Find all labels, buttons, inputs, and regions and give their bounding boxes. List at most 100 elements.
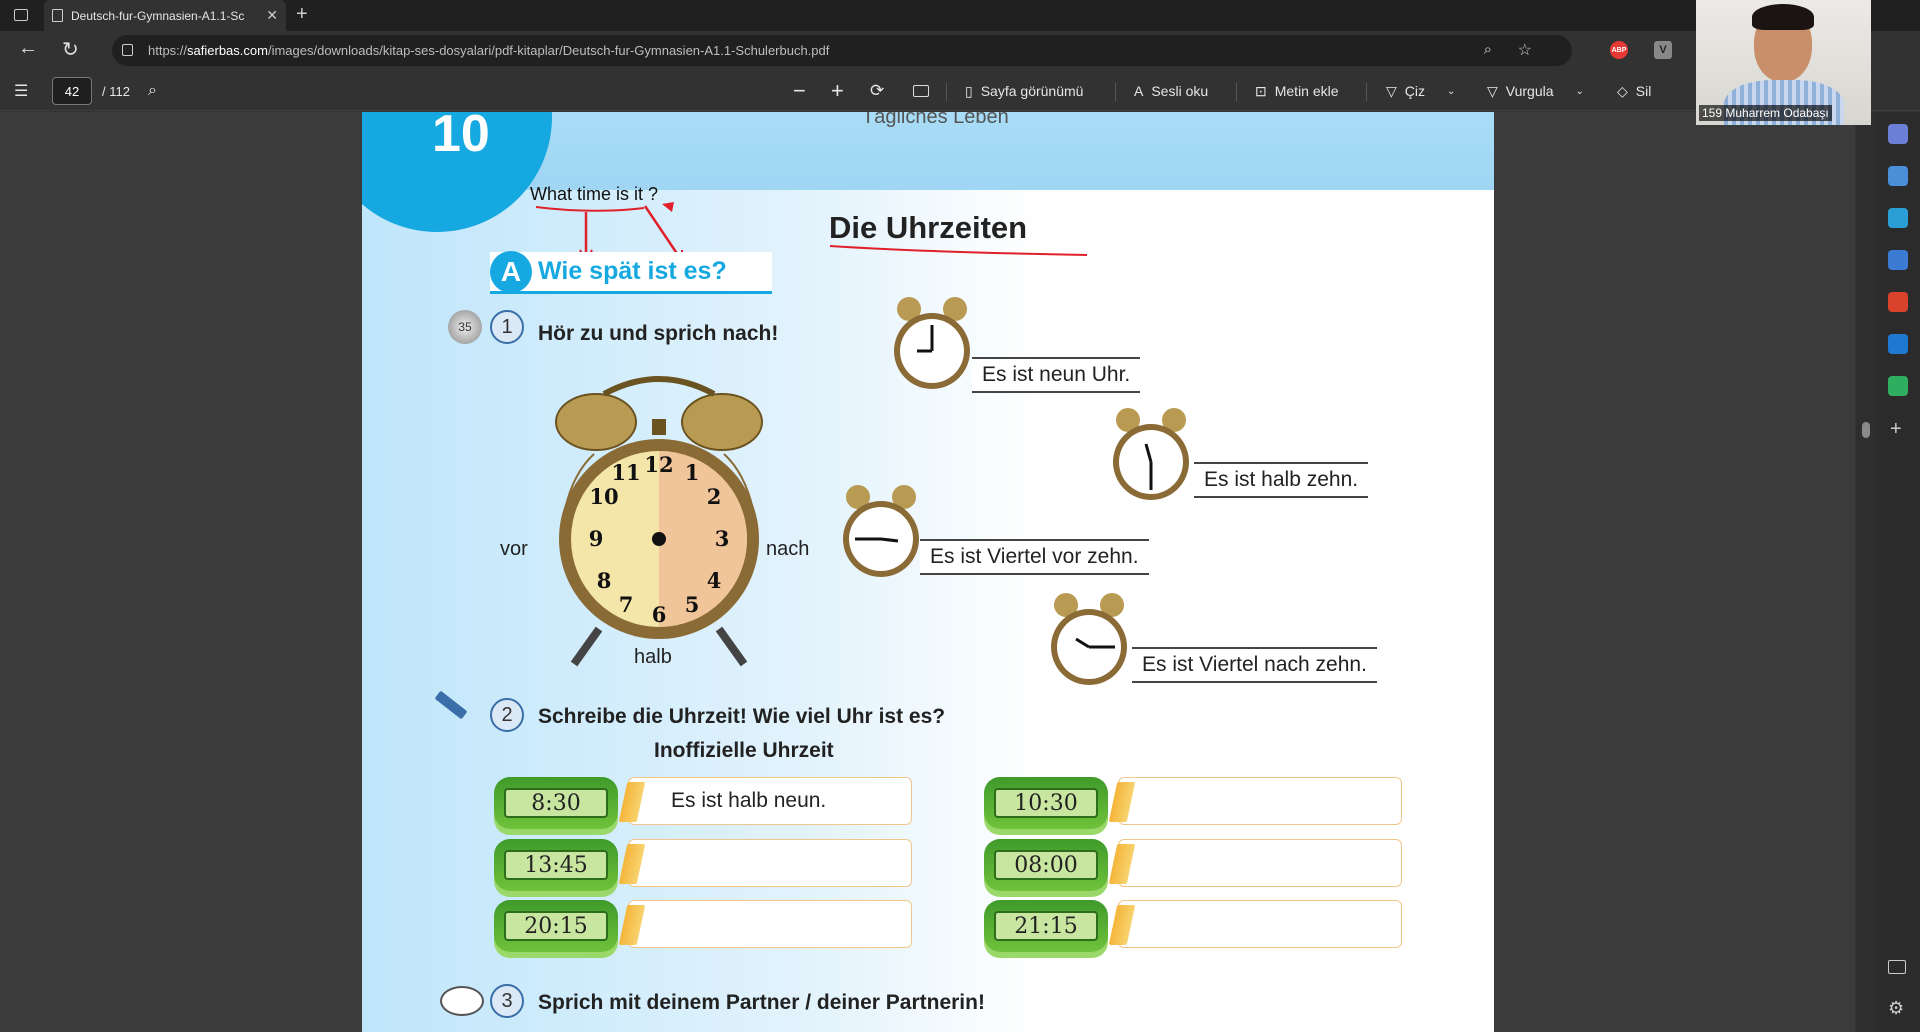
participant-name: 159 Muharrem Odabaşı xyxy=(1699,105,1832,121)
page-view-button[interactable]: ▯ Sayfa görünümü xyxy=(965,71,1083,111)
alarm-clock-diagram: 12 1 2 3 4 5 6 7 8 9 10 11 xyxy=(555,376,763,667)
answer-field[interactable] xyxy=(1108,839,1402,887)
svg-text:5: 5 xyxy=(685,592,700,617)
audio-track-icon[interactable]: 35 xyxy=(448,310,482,344)
read-aloud-label: Sesli oku xyxy=(1151,83,1209,99)
back-icon[interactable]: ← xyxy=(18,37,38,60)
clock-label-halb: halb xyxy=(634,646,672,668)
small-clock-icon xyxy=(1113,408,1189,500)
draw-icon: ▽ xyxy=(1386,82,1397,99)
games-icon[interactable] xyxy=(1888,250,1908,270)
draw-button[interactable]: ▽ Çiz ⌄ xyxy=(1386,71,1455,111)
speech-bubble-icon xyxy=(440,986,484,1016)
toolbar-divider xyxy=(1236,83,1237,101)
sentence-4: Es ist Viertel nach zehn. xyxy=(1132,647,1377,683)
extension-v-icon[interactable]: V xyxy=(1654,41,1672,59)
add-text-label: Metin ekle xyxy=(1274,83,1339,99)
task-number: 3 xyxy=(490,984,524,1018)
office-icon[interactable] xyxy=(1888,292,1908,312)
pencil-decor xyxy=(618,782,646,822)
svg-text:6: 6 xyxy=(652,602,667,627)
svg-text:7: 7 xyxy=(619,592,634,617)
outlook-icon[interactable] xyxy=(1888,334,1908,354)
tag-icon[interactable] xyxy=(1888,166,1908,186)
url-field[interactable]: https://safierbas.com/images/downloads/k… xyxy=(112,35,1572,66)
contents-icon[interactable]: ☰ xyxy=(14,71,28,111)
refresh-icon[interactable]: ↻ xyxy=(62,37,79,62)
digital-time: 08:00 xyxy=(994,850,1098,880)
favorites-icon[interactable]: ☆ xyxy=(1518,40,1532,60)
digital-clock: 08:00 xyxy=(984,839,1108,891)
highlighter-icon: ▽ xyxy=(1487,82,1498,99)
vertical-scrollbar[interactable] xyxy=(1856,112,1876,1032)
pencil-icon xyxy=(434,690,468,720)
draw-label: Çiz xyxy=(1404,83,1426,99)
section-letter-badge: A xyxy=(490,250,532,293)
chevron-down-icon[interactable]: ⌄ xyxy=(1447,86,1455,97)
browser-tab[interactable]: Deutsch-fur-Gymnasien-A1.1-Sc ✕ xyxy=(44,0,286,31)
pencil-decor xyxy=(1108,905,1136,945)
url-domain: safierbas.com xyxy=(187,43,268,58)
answer-field[interactable] xyxy=(618,839,912,887)
highlight-button[interactable]: ▽ Vurgula ⌄ xyxy=(1487,71,1584,111)
copilot-icon[interactable] xyxy=(1888,124,1908,144)
pencil-decor xyxy=(1108,782,1136,822)
digital-clock: 21:15 xyxy=(984,900,1108,952)
browser-sidebar: + ⚙ xyxy=(1876,112,1920,1032)
pencil-decor xyxy=(1108,844,1136,884)
answer-field[interactable]: Es ist halb neun. xyxy=(618,777,912,825)
answer-field[interactable] xyxy=(1108,777,1402,825)
tab-title: Deutsch-fur-Gymnasien-A1.1-Sc xyxy=(71,8,245,23)
toolbar-divider xyxy=(1366,83,1367,101)
digital-time: 21:15 xyxy=(994,911,1098,941)
digital-time: 10:30 xyxy=(994,788,1098,818)
add-icon[interactable]: + xyxy=(1890,418,1902,441)
erase-label: Sil xyxy=(1635,83,1652,99)
svg-text:3: 3 xyxy=(715,526,730,551)
section-a-header: A Wie spät ist es? xyxy=(490,250,772,294)
fit-page-icon[interactable] xyxy=(913,71,929,111)
add-text-button[interactable]: ⊡ Metin ekle xyxy=(1255,71,1339,111)
url-prefix: https:// xyxy=(148,43,188,58)
tree-icon[interactable] xyxy=(1888,376,1908,396)
pdf-page: 10 Tägliches Leben What time is it ? Die… xyxy=(362,112,1494,1032)
zoom-out-icon[interactable]: − xyxy=(793,71,806,111)
digital-clock: 20:15 xyxy=(494,900,618,952)
search-icon[interactable]: ⌕ xyxy=(148,71,157,111)
svg-text:4: 4 xyxy=(707,568,722,593)
zoom-in-icon[interactable]: + xyxy=(831,71,844,111)
digital-clock: 10:30 xyxy=(984,777,1108,829)
settings-icon[interactable]: ⚙ xyxy=(1888,998,1904,1019)
pdf-viewport: 10 Tägliches Leben What time is it ? Die… xyxy=(0,112,1855,1032)
page-number-input[interactable]: 42 xyxy=(52,77,92,105)
read-aloud-icon: A xyxy=(1134,83,1144,99)
erase-button[interactable]: ◇ Sil xyxy=(1617,71,1651,111)
new-tab-icon[interactable]: + xyxy=(296,3,308,26)
browser-titlebar: Deutsch-fur-Gymnasien-A1.1-Sc ✕ + xyxy=(0,0,1920,31)
page-total: / 112 xyxy=(102,83,130,99)
svg-text:1: 1 xyxy=(685,460,700,485)
toolbar-divider xyxy=(1115,83,1116,101)
pdf-toolbar: ☰ 42 / 112 ⌕ − + ⟳ ▯ Sayfa görünümü A Sesl… xyxy=(0,71,1920,111)
scrollbar-thumb[interactable] xyxy=(1862,422,1870,438)
close-icon[interactable]: ✕ xyxy=(266,7,278,24)
rotate-icon[interactable]: ⟳ xyxy=(870,71,884,111)
address-bar: ← ↻ https://safierbas.com/images/downloa… xyxy=(0,31,1920,71)
pencil-decor xyxy=(618,844,646,884)
small-clock-icon xyxy=(894,297,970,389)
page-view-label: Sayfa görünümü xyxy=(980,83,1084,99)
briefcase-icon[interactable] xyxy=(1888,208,1908,228)
tab-actions-icon[interactable] xyxy=(14,9,28,21)
answer-field[interactable] xyxy=(618,900,912,948)
clock-label-nach: nach xyxy=(766,538,810,560)
zoom-icon[interactable]: ⌕ xyxy=(1484,41,1492,58)
sidebar-toggle-icon[interactable] xyxy=(1888,960,1906,974)
chevron-down-icon[interactable]: ⌄ xyxy=(1576,86,1584,97)
answer-field[interactable] xyxy=(1108,900,1402,948)
sentence-1: Es ist neun Uhr. xyxy=(972,357,1141,393)
pdf-file-icon xyxy=(52,9,63,22)
digital-time: 13:45 xyxy=(504,850,608,880)
task2-subtitle: Inoffizielle Uhrzeit xyxy=(654,739,834,762)
read-aloud-button[interactable]: A Sesli oku xyxy=(1134,71,1208,111)
adblock-icon[interactable]: ABP xyxy=(1610,41,1628,59)
